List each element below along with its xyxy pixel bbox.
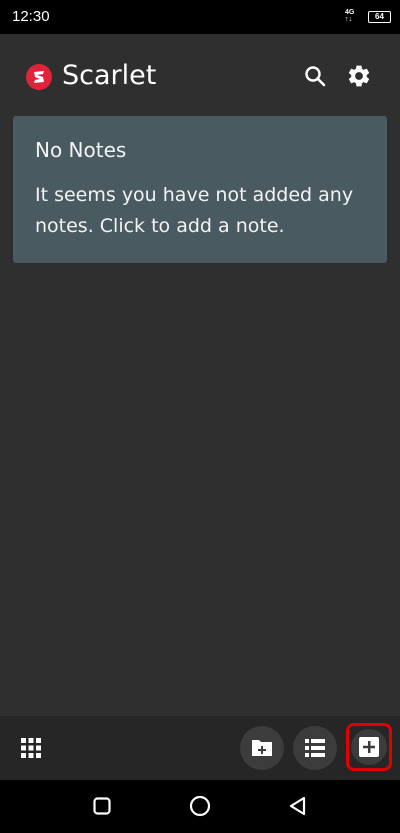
recents-button[interactable] [89, 793, 115, 819]
add-note-button[interactable] [346, 723, 392, 771]
system-nav-bar [0, 780, 400, 833]
list-view-button[interactable] [293, 726, 337, 770]
network-indicator: 4G ↑↓ [345, 9, 354, 23]
empty-notes-title: No Notes [35, 138, 127, 162]
apps-grid-button[interactable] [15, 732, 47, 764]
search-button[interactable] [297, 58, 333, 94]
scarlet-logo-icon [26, 64, 52, 90]
new-folder-icon [252, 740, 272, 756]
status-time: 12:30 [12, 8, 50, 25]
list-view-icon [305, 739, 325, 757]
app-bar: Scarlet [0, 34, 400, 114]
circle-icon [189, 795, 211, 817]
triangle-back-icon [289, 796, 306, 816]
search-icon [305, 66, 326, 87]
empty-notes-message: It seems you have not added any notes. C… [35, 184, 354, 237]
add-note-button-inner[interactable] [351, 729, 387, 765]
settings-button[interactable] [341, 58, 377, 94]
back-button[interactable] [285, 793, 311, 819]
screen: 12:30 4G ↑↓ 64 Scarlet No Notes It seems… [0, 0, 400, 833]
bottom-toolbar [0, 716, 400, 780]
app-title: Scarlet [62, 60, 157, 91]
square-icon [93, 797, 111, 815]
home-button[interactable] [187, 793, 213, 819]
empty-notes-card[interactable]: No Notes It seems you have not added any… [13, 116, 387, 263]
status-bar: 12:30 4G ↑↓ 64 [0, 0, 400, 34]
new-folder-button[interactable] [240, 726, 284, 770]
battery-indicator: 64 [368, 11, 391, 23]
signal-activity: ↑↓ [345, 16, 352, 23]
network-type: 4G [345, 9, 355, 16]
gear-icon [348, 65, 370, 87]
add-note-icon [359, 737, 379, 757]
apps-grid-icon [21, 738, 41, 758]
